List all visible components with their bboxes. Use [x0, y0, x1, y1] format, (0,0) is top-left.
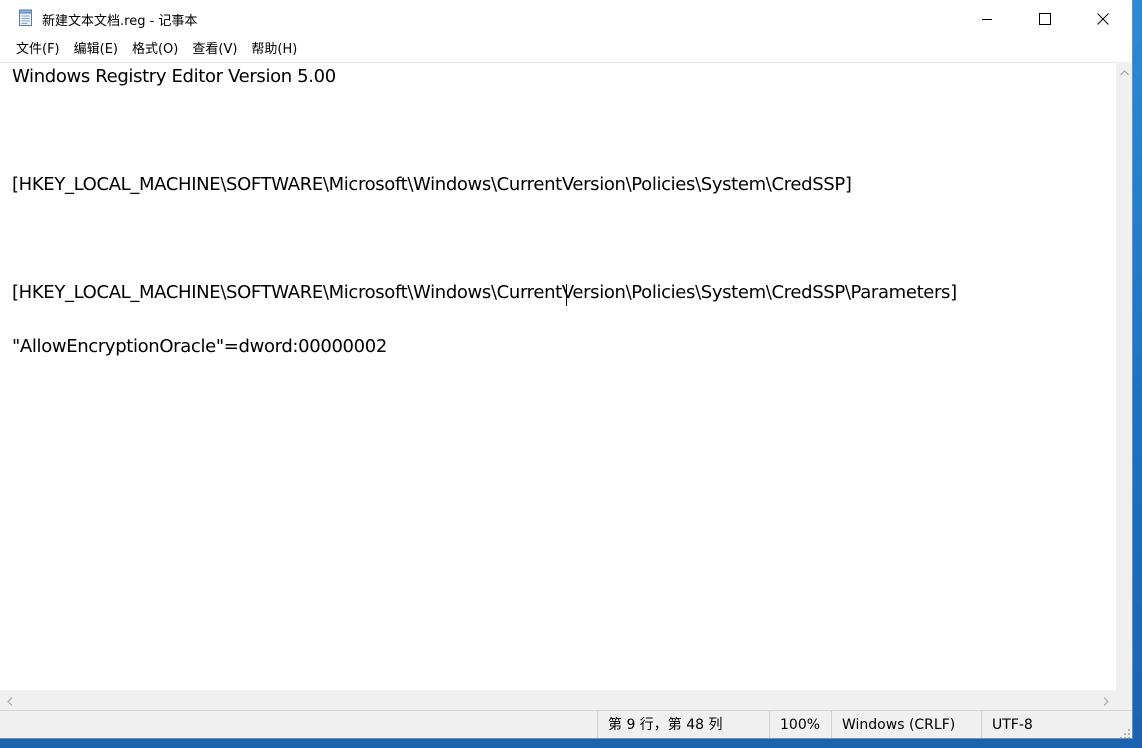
menu-edit[interactable]: 编辑(E) [67, 38, 125, 62]
editor-line-1[interactable]: Windows Registry Editor Version 5.00 [12, 66, 336, 87]
notepad-window: 新建文本文档.reg - 记事本 文件(F) 编辑(E) 格式(O) 查看(V)… [0, 0, 1133, 739]
vertical-scrollbar[interactable] [1116, 61, 1132, 690]
scroll-left-button[interactable] [0, 690, 20, 710]
editor-line-5[interactable]: [HKEY_LOCAL_MACHINE\SOFTWARE\Microsoft\W… [12, 174, 852, 195]
resize-grip-icon[interactable] [1119, 725, 1131, 738]
editor-line-11[interactable]: "AllowEncryptionOracle"=dword:00000002 [12, 336, 387, 357]
status-bar: 第 9 行，第 48 列 100% Windows (CRLF) UTF-8 [0, 710, 1132, 738]
text-caret [566, 284, 567, 306]
scroll-right-button[interactable] [1096, 690, 1116, 710]
menu-format[interactable]: 格式(O) [125, 38, 185, 62]
status-zoom: 100% [769, 711, 831, 738]
scroll-up-button[interactable] [1116, 61, 1132, 80]
menu-help[interactable]: 帮助(H) [244, 38, 304, 62]
scroll-corner [1116, 690, 1132, 710]
chevron-up-icon [1120, 61, 1129, 80]
editor-line-9[interactable]: [HKEY_LOCAL_MACHINE\SOFTWARE\Microsoft\W… [12, 282, 957, 303]
minimize-button[interactable] [958, 0, 1016, 38]
menu-bar: 文件(F) 编辑(E) 格式(O) 查看(V) 帮助(H) [0, 38, 1132, 62]
vertical-scroll-track[interactable] [1116, 79, 1132, 673]
title-bar[interactable]: 新建文本文档.reg - 记事本 [0, 0, 1132, 38]
close-icon [1097, 10, 1109, 29]
window-title: 新建文本文档.reg - 记事本 [42, 14, 198, 29]
status-line-ending: Windows (CRLF) [831, 711, 981, 738]
chevron-left-icon [7, 691, 13, 710]
notepad-icon[interactable] [18, 9, 34, 27]
menu-file[interactable]: 文件(F) [9, 38, 67, 62]
status-encoding: UTF-8 [981, 711, 1132, 738]
menu-view[interactable]: 查看(V) [185, 38, 244, 62]
text-editor[interactable]: Windows Registry Editor Version 5.00 [HK… [0, 62, 1116, 690]
maximize-icon [1039, 10, 1051, 29]
close-button[interactable] [1074, 0, 1132, 38]
horizontal-scrollbar[interactable] [0, 690, 1116, 710]
chevron-right-icon [1103, 691, 1109, 710]
status-cursor-position: 第 9 行，第 48 列 [597, 711, 769, 738]
minimize-icon [981, 10, 993, 29]
maximize-button[interactable] [1016, 0, 1074, 38]
